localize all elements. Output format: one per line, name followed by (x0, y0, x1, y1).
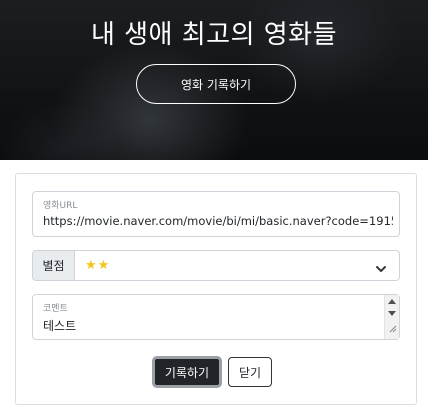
chevron-down-icon (375, 260, 387, 279)
page-title: 내 생애 최고의 영화들 (90, 20, 338, 50)
rating-select-group: 별점 ★★ (32, 250, 400, 281)
url-label: 영화URL (43, 201, 78, 211)
comment-textarea[interactable]: 테스트 (43, 317, 76, 334)
comment-label: 코멘트 (43, 304, 68, 314)
record-form-card: 영화URL https://movie.naver.com/movie/bi/m… (15, 173, 417, 405)
hero-banner: 내 생애 최고의 영화들 영화 기록하기 (0, 0, 428, 160)
close-button[interactable]: 닫기 (228, 357, 272, 387)
comment-field[interactable]: 코멘트 테스트 (32, 294, 400, 340)
scroll-up-icon[interactable] (388, 299, 396, 304)
resize-grip-icon[interactable] (387, 318, 397, 337)
rating-select[interactable]: ★★ (75, 250, 400, 281)
rating-stars: ★★ (85, 258, 111, 273)
url-input[interactable]: https://movie.naver.com/movie/bi/mi/basi… (43, 214, 393, 228)
rating-label: 별점 (32, 250, 75, 281)
url-field[interactable]: 영화URL https://movie.naver.com/movie/bi/m… (32, 191, 400, 237)
scroll-down-icon[interactable] (388, 311, 396, 316)
open-record-form-button[interactable]: 영화 기록하기 (136, 64, 296, 104)
submit-record-button[interactable]: 기록하기 (152, 356, 222, 388)
